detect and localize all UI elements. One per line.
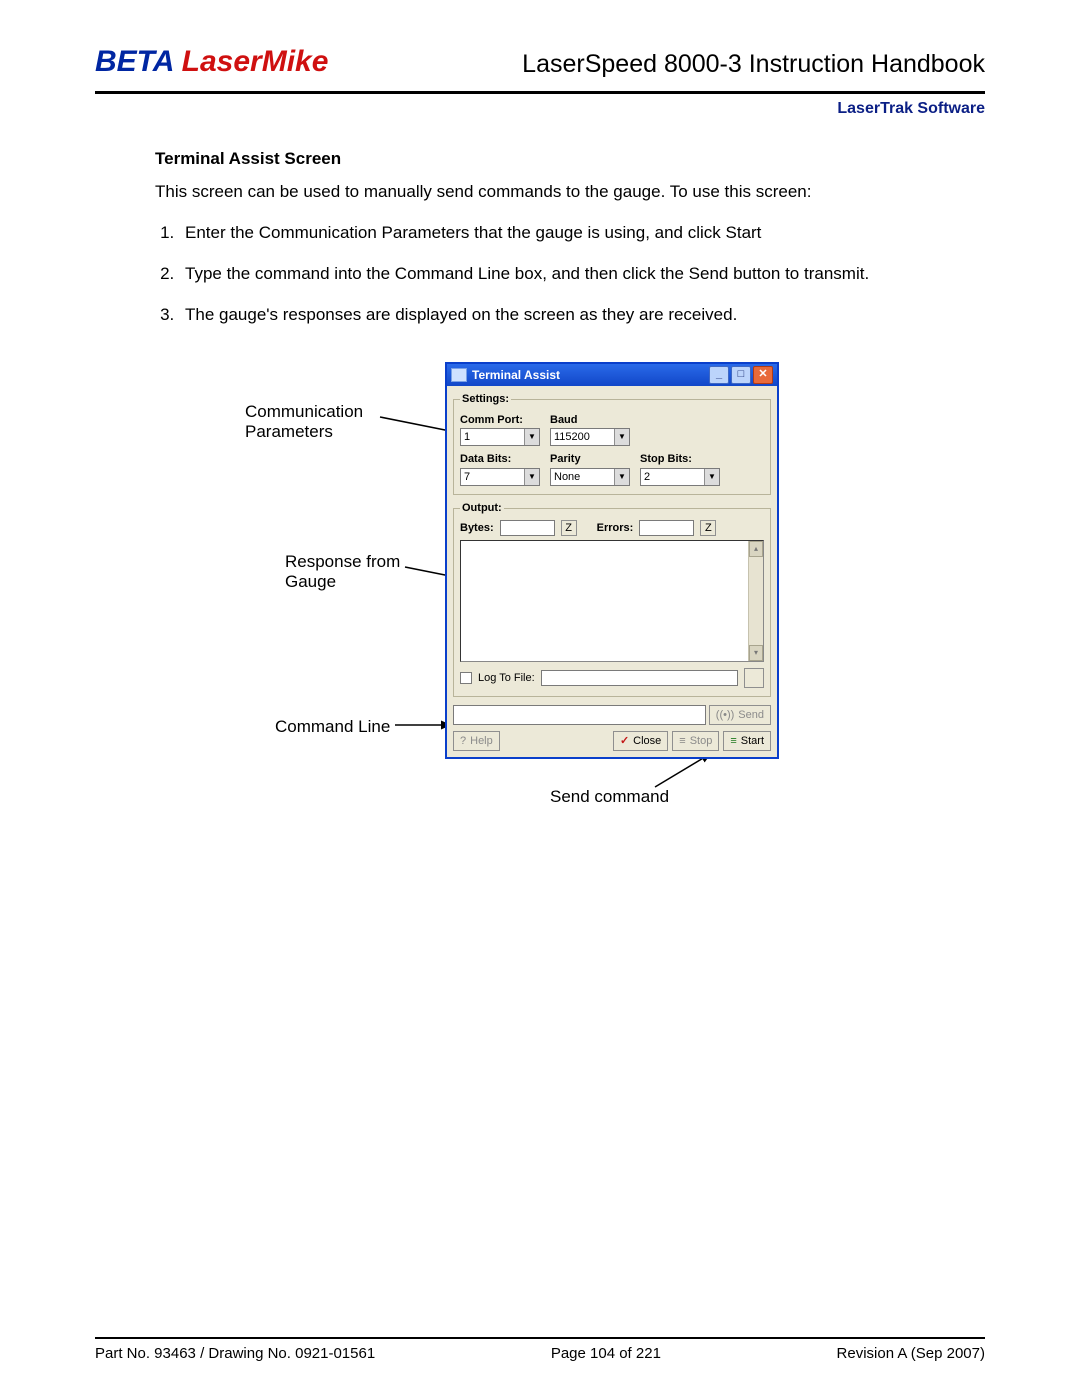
close-button[interactable]: ✓ Close	[613, 731, 668, 751]
chevron-down-icon: ▼	[614, 469, 629, 485]
log-file-path-field[interactable]	[541, 670, 738, 686]
window-icon	[451, 368, 467, 382]
brand-logo: BETA LaserMike	[95, 45, 328, 79]
scroll-up-icon[interactable]: ▴	[749, 541, 763, 557]
parity-value: None	[551, 469, 614, 485]
document-page: BETA LaserMike LaserSpeed 8000-3 Instruc…	[0, 0, 1080, 1397]
minimize-button[interactable]: _	[709, 366, 729, 384]
stopbits-select[interactable]: 2 ▼	[640, 468, 720, 486]
help-icon: ?	[460, 734, 466, 749]
chevron-down-icon: ▼	[524, 469, 539, 485]
stopbits-value: 2	[641, 469, 704, 485]
command-line-input[interactable]	[453, 705, 706, 725]
help-button[interactable]: ? Help	[453, 731, 500, 751]
comm-port-label: Comm Port:	[460, 413, 540, 428]
settings-legend: Settings:	[460, 392, 511, 407]
log-to-file-label: Log To File:	[478, 671, 535, 686]
callout-response: Response from Gauge	[285, 552, 435, 593]
section-heading: Terminal Assist Screen	[155, 148, 925, 171]
stop-icon: ≡	[679, 734, 685, 749]
stop-button-label: Stop	[690, 734, 713, 749]
stopbits-label: Stop Bits:	[640, 452, 720, 467]
terminal-assist-window: Terminal Assist _ □ ✕ Settings: C	[445, 362, 779, 759]
send-button-label: Send	[738, 708, 764, 723]
instruction-list: Enter the Communication Parameters that …	[155, 222, 925, 327]
footer-rule	[95, 1337, 985, 1339]
settings-group: Settings: Comm Port: 1 ▼ Baud	[453, 392, 771, 496]
scroll-down-icon[interactable]: ▾	[749, 645, 763, 661]
errors-field[interactable]	[639, 520, 694, 536]
instruction-step: Type the command into the Command Line b…	[179, 263, 925, 286]
instruction-step: Enter the Communication Parameters that …	[179, 222, 925, 245]
databits-label: Data Bits:	[460, 452, 540, 467]
logo-lasermike: LaserMike	[182, 45, 329, 78]
footer-part-no: Part No. 93463 / Drawing No. 0921-01561	[95, 1345, 375, 1362]
chevron-down-icon: ▼	[704, 469, 719, 485]
output-legend: Output:	[460, 501, 504, 516]
bottom-button-row: ? Help ✓ Close ≡ Stop	[453, 731, 771, 751]
footer-revision: Revision A (Sep 2007)	[837, 1345, 985, 1362]
section-subtitle: LaserTrak Software	[95, 100, 985, 118]
bytes-reset-button[interactable]: Z	[561, 520, 577, 536]
send-button[interactable]: ((•)) Send	[709, 705, 771, 725]
baud-label: Baud	[550, 413, 630, 428]
callout-comm-params: Communication Parameters	[245, 402, 395, 443]
command-line-row: ((•)) Send	[453, 705, 771, 725]
comm-port-select[interactable]: 1 ▼	[460, 428, 540, 446]
intro-paragraph: This screen can be used to manually send…	[155, 181, 925, 204]
window-body: Settings: Comm Port: 1 ▼ Baud	[447, 386, 777, 757]
check-icon: ✓	[620, 734, 629, 749]
response-textarea[interactable]: ▴ ▾	[460, 540, 764, 662]
output-group: Output: Bytes: Z Errors: Z ▴	[453, 501, 771, 697]
page-header: BETA LaserMike LaserSpeed 8000-3 Instruc…	[95, 45, 985, 85]
databits-select[interactable]: 7 ▼	[460, 468, 540, 486]
chevron-down-icon: ▼	[614, 429, 629, 445]
stop-button[interactable]: ≡ Stop	[672, 731, 719, 751]
maximize-button[interactable]: □	[731, 366, 751, 384]
window-title: Terminal Assist	[472, 367, 560, 383]
bytes-field[interactable]	[500, 520, 555, 536]
start-icon: ≡	[730, 734, 736, 749]
bytes-label: Bytes:	[460, 521, 494, 536]
errors-label: Errors:	[597, 521, 634, 536]
window-titlebar[interactable]: Terminal Assist _ □ ✕	[447, 364, 777, 386]
start-button-label: Start	[741, 734, 764, 749]
errors-reset-button[interactable]: Z	[700, 520, 716, 536]
log-to-file-checkbox[interactable]	[460, 672, 472, 684]
close-button-label: Close	[633, 734, 661, 749]
footer-page-number: Page 104 of 221	[551, 1345, 661, 1362]
scrollbar[interactable]: ▴ ▾	[748, 541, 763, 661]
baud-value: 115200	[551, 429, 614, 445]
comm-port-value: 1	[461, 429, 524, 445]
body-content: Terminal Assist Screen This screen can b…	[155, 148, 925, 882]
document-title: LaserSpeed 8000-3 Instruction Handbook	[522, 50, 985, 79]
help-button-label: Help	[470, 734, 493, 749]
header-rule	[95, 91, 985, 94]
callout-send-command: Send command	[550, 787, 669, 807]
databits-value: 7	[461, 469, 524, 485]
start-button[interactable]: ≡ Start	[723, 731, 771, 751]
close-window-button[interactable]: ✕	[753, 366, 773, 384]
parity-select[interactable]: None ▼	[550, 468, 630, 486]
chevron-down-icon: ▼	[524, 429, 539, 445]
parity-label: Parity	[550, 452, 630, 467]
logo-beta: BETA	[95, 45, 173, 78]
instruction-step: The gauge's responses are displayed on t…	[179, 304, 925, 327]
figure-area: Communication Parameters Response from G…	[155, 362, 925, 882]
antenna-icon: ((•))	[716, 708, 735, 723]
page-footer: Part No. 93463 / Drawing No. 0921-01561 …	[95, 1337, 985, 1362]
callout-command-line: Command Line	[275, 717, 425, 737]
browse-button[interactable]	[744, 668, 764, 688]
baud-select[interactable]: 115200 ▼	[550, 428, 630, 446]
